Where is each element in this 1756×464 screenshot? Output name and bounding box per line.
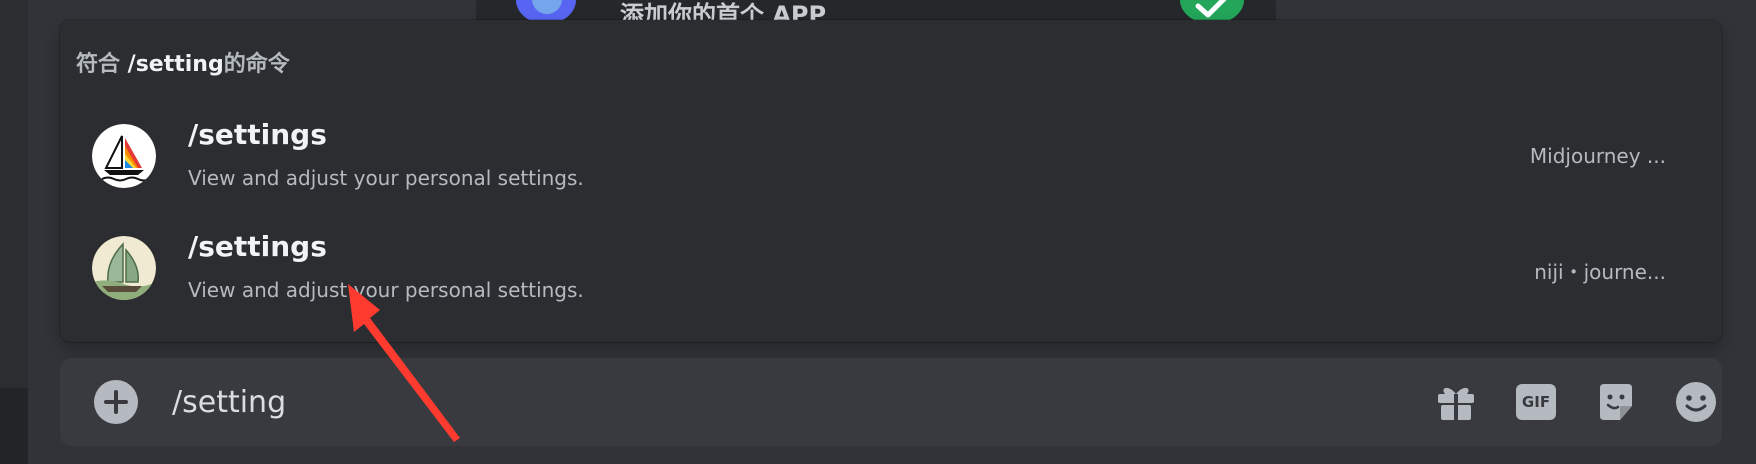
command-option-niji-settings[interactable]: /settings View and adjust your personal … — [60, 230, 1722, 344]
emoji-icon[interactable] — [1674, 380, 1718, 424]
message-input[interactable] — [172, 378, 1172, 426]
header-prefix: 符合 — [76, 52, 128, 77]
autocomplete-header: 符合 /setting的命令 — [76, 46, 290, 78]
command-app-name: Midjourney ... — [1529, 144, 1666, 168]
command-option-midjourney-settings[interactable]: /settings View and adjust your personal … — [60, 118, 1722, 232]
user-panel-edge — [0, 388, 28, 464]
gif-icon[interactable]: GIF — [1514, 380, 1558, 424]
command-name: /settings — [188, 118, 327, 151]
gift-icon[interactable] — [1434, 380, 1478, 424]
command-app-name: niji・journe... — [1534, 260, 1666, 284]
header-suffix: 的命令 — [223, 52, 290, 77]
sailboat-icon — [92, 124, 156, 188]
plus-circle-icon[interactable] — [94, 380, 138, 424]
gif-label: GIF — [1516, 384, 1556, 420]
junk-boat-icon — [92, 236, 156, 300]
annotation-arrow — [348, 284, 460, 442]
command-name: /settings — [188, 230, 327, 263]
message-composer: GIF — [60, 358, 1722, 446]
sticker-icon[interactable] — [1594, 380, 1638, 424]
header-query: /setting — [127, 52, 224, 77]
command-autocomplete-popup: 符合 /setting的命令 /settings View and adjust… — [60, 20, 1722, 342]
command-description: View and adjust your personal settings. — [188, 166, 584, 190]
